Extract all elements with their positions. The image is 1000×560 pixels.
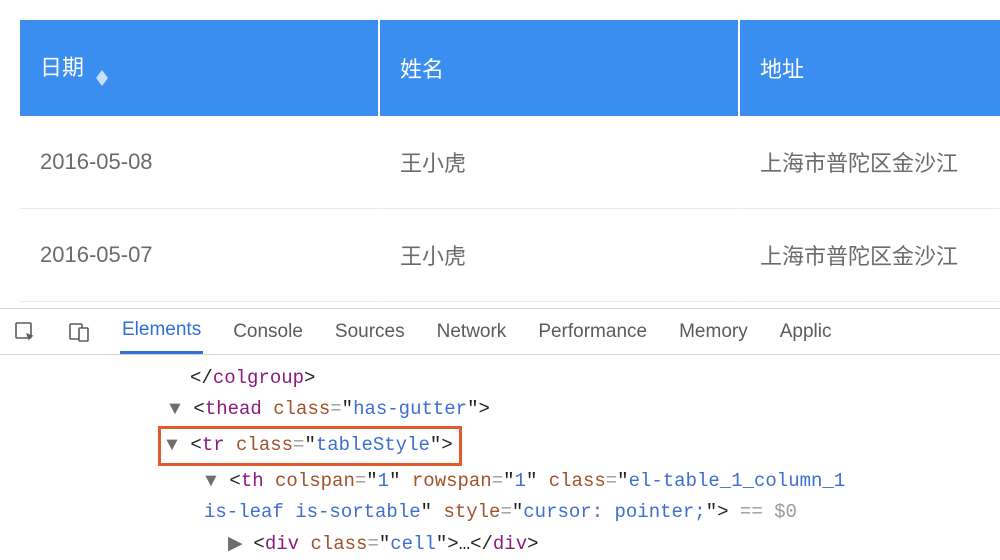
tab-performance[interactable]: Performance xyxy=(536,311,649,353)
header-row: 日期 姓名 地址 xyxy=(20,20,1000,116)
tab-network[interactable]: Network xyxy=(435,311,509,353)
tab-application[interactable]: Applic xyxy=(778,311,834,353)
dom-line-tr-highlighted[interactable]: ▼ <tr class="tableStyle"> xyxy=(0,426,1000,466)
tab-memory[interactable]: Memory xyxy=(677,311,750,353)
dom-line-th[interactable]: ▼ <th colspan="1" rowspan="1" class="el-… xyxy=(0,466,1000,497)
header-address[interactable]: 地址 xyxy=(740,20,1000,116)
dom-line-div-cell[interactable]: ▶ <div class="cell">…</div> xyxy=(0,529,1000,560)
table-row[interactable]: 2016-05-08 王小虎 上海市普陀区金沙江 xyxy=(20,116,1000,209)
cell-address: 上海市普陀区金沙江 xyxy=(740,209,1000,302)
tab-elements[interactable]: Elements xyxy=(120,309,203,354)
devtools-panel: Elements Console Sources Network Perform… xyxy=(0,308,1000,533)
dom-tree[interactable]: </colgroup> ▼ <thead class="has-gutter">… xyxy=(0,355,1000,560)
table-head: 日期 姓名 地址 xyxy=(20,20,1000,116)
header-date-label: 日期 xyxy=(40,55,84,80)
expand-caret-icon[interactable]: ▼ xyxy=(204,466,218,497)
cell-address: 上海市普陀区金沙江 xyxy=(740,116,1000,209)
header-date[interactable]: 日期 xyxy=(20,20,380,116)
device-toolbar-icon[interactable] xyxy=(66,319,92,345)
expand-caret-icon[interactable]: ▼ xyxy=(165,430,179,461)
cell-date: 2016-05-08 xyxy=(20,116,380,209)
header-name[interactable]: 姓名 xyxy=(380,20,740,116)
tab-sources[interactable]: Sources xyxy=(333,311,407,353)
dom-line-colgroup-close[interactable]: </colgroup> xyxy=(0,363,1000,394)
expand-caret-icon[interactable]: ▼ xyxy=(168,394,182,425)
inspect-element-icon[interactable] xyxy=(12,319,38,345)
data-table: 日期 姓名 地址 2016-05-08 王小虎 上海市普陀区金沙江 2016-0… xyxy=(20,20,1000,302)
cell-name: 王小虎 xyxy=(380,116,740,209)
dom-line-thead[interactable]: ▼ <thead class="has-gutter"> xyxy=(0,394,1000,425)
devtools-tabbar: Elements Console Sources Network Perform… xyxy=(0,309,1000,355)
sort-icon[interactable] xyxy=(96,70,108,86)
table-body: 2016-05-08 王小虎 上海市普陀区金沙江 2016-05-07 王小虎 … xyxy=(20,116,1000,302)
table-row[interactable]: 2016-05-07 王小虎 上海市普陀区金沙江 xyxy=(20,209,1000,302)
cell-date: 2016-05-07 xyxy=(20,209,380,302)
collapse-caret-icon[interactable]: ▶ xyxy=(228,529,242,560)
dom-line-th-cont[interactable]: is-leaf is-sortable" style="cursor: poin… xyxy=(0,497,1000,528)
cell-name: 王小虎 xyxy=(380,209,740,302)
header-address-label: 地址 xyxy=(760,57,804,82)
tab-console[interactable]: Console xyxy=(231,311,305,353)
header-name-label: 姓名 xyxy=(400,57,444,82)
